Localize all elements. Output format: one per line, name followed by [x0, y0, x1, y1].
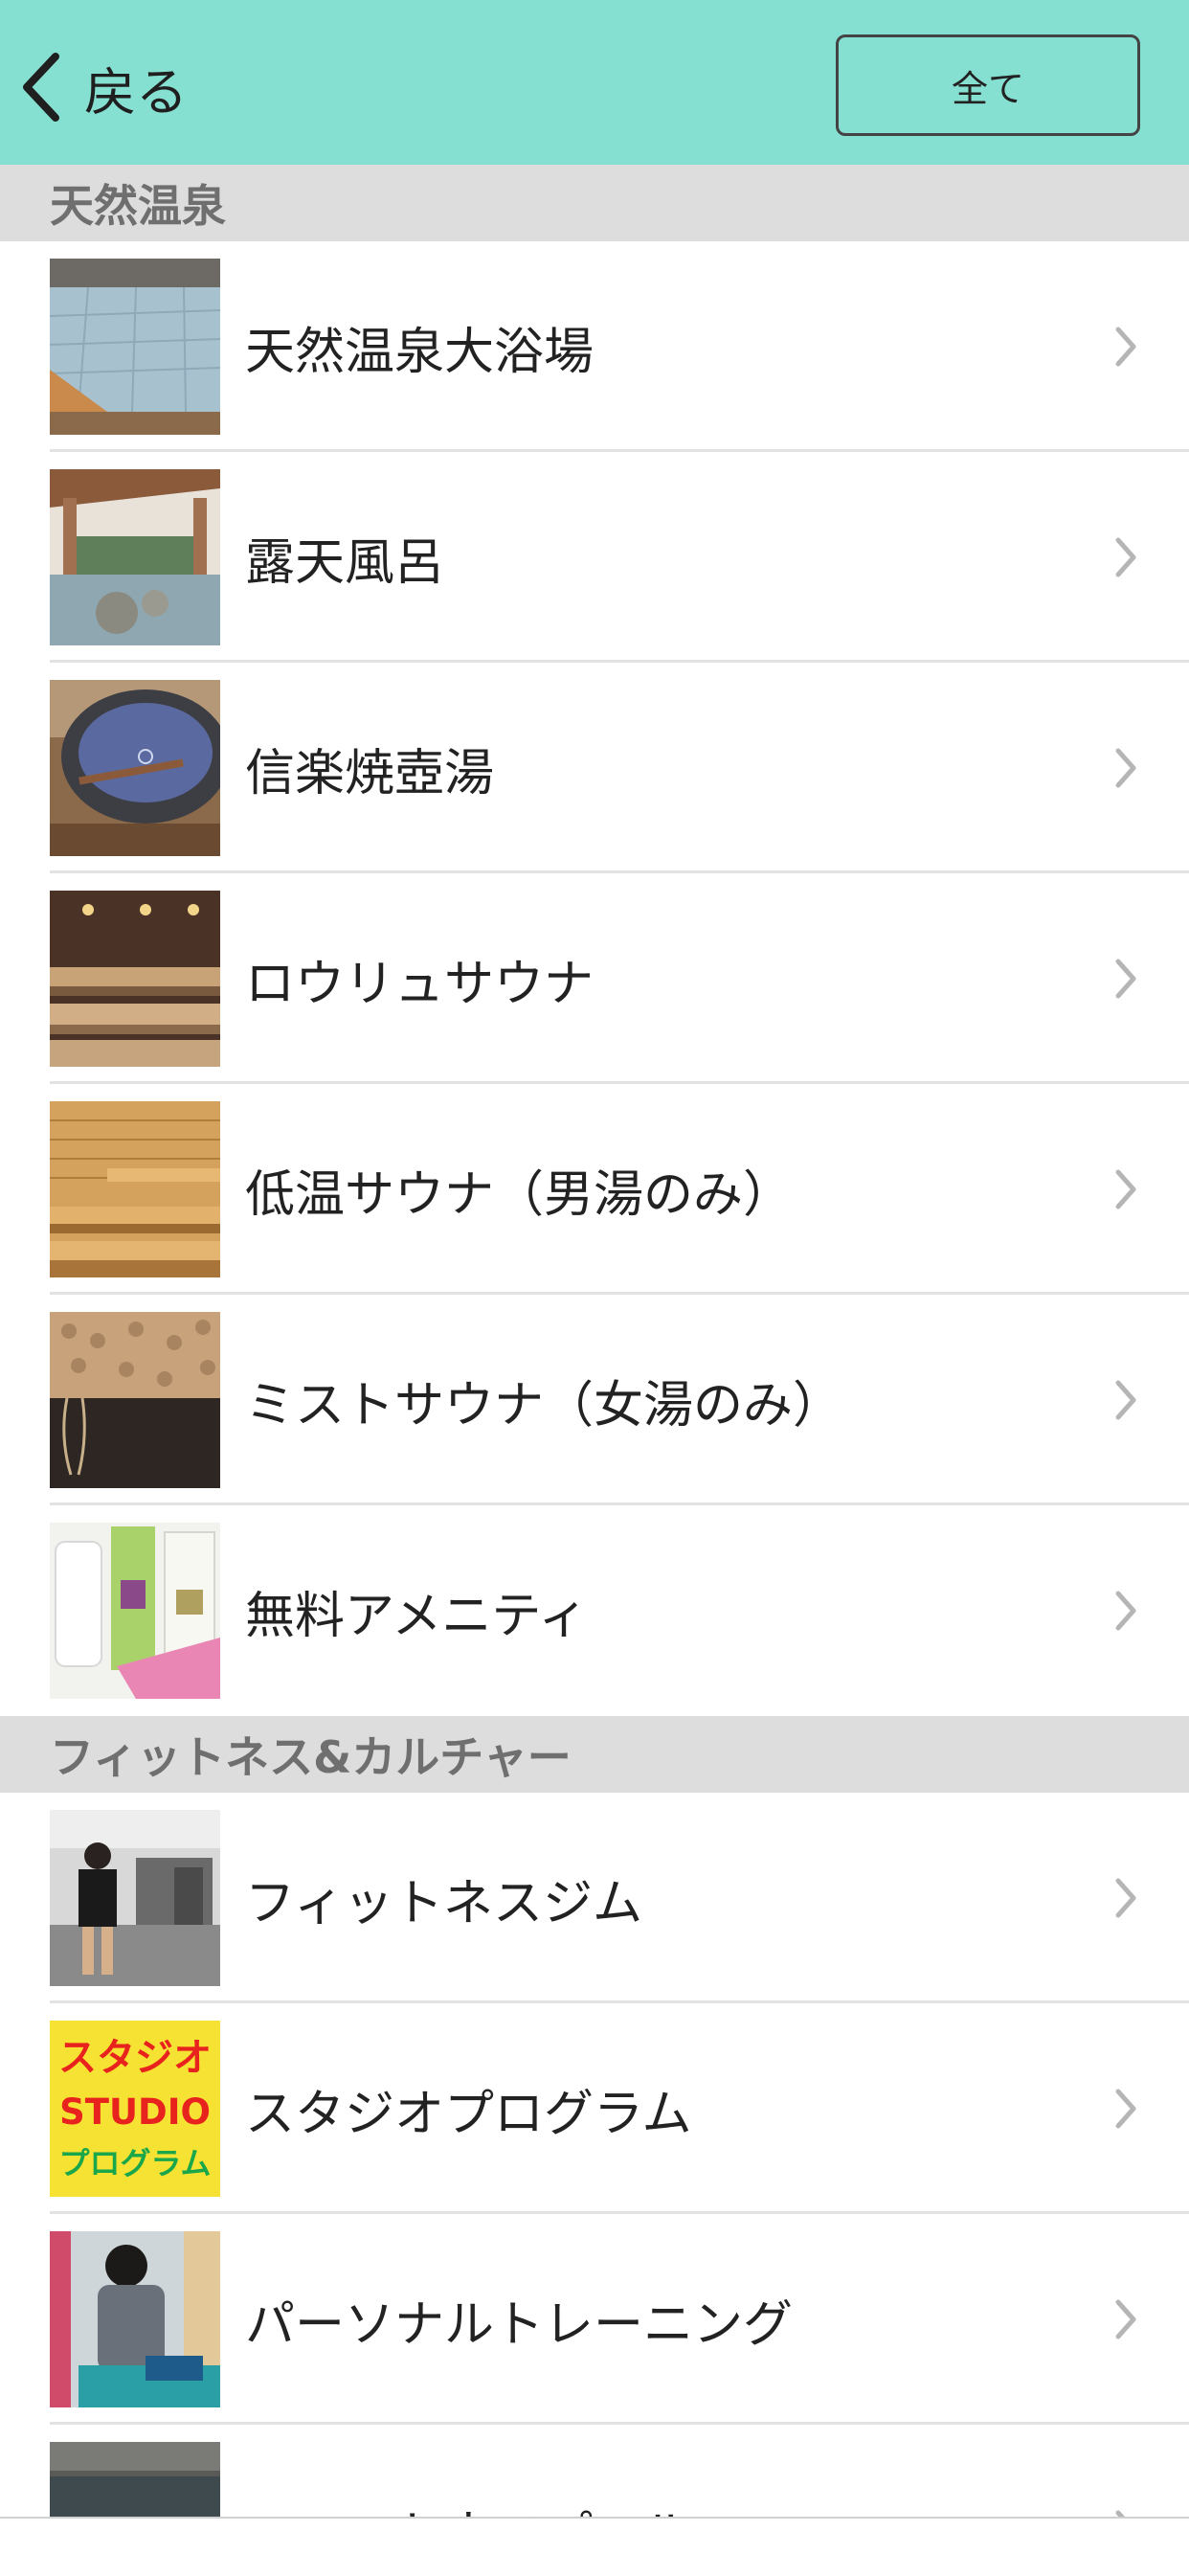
studio-logo-line2: STUDIO: [59, 2091, 211, 2133]
list-item-low-temp-sauna[interactable]: 低温サウナ（男湯のみ）: [0, 1084, 1189, 1295]
list-item-large-bath[interactable]: 天然温泉大浴場: [0, 241, 1189, 452]
facility-list: 天然温泉 天然温泉大浴場 露天風呂 信楽焼壺湯 ロウリュサウナ 低温サウナ（男湯…: [0, 165, 1189, 2517]
list-item-label: 無料アメニティ: [245, 1587, 589, 1645]
personal-training-thumbnail: [50, 2231, 220, 2407]
list-item-label: フィットネスプール: [245, 2425, 692, 2518]
list-item-label: 露天風呂: [245, 533, 445, 592]
studio-logo-line3: プログラム: [58, 2145, 211, 2181]
list-item-label: ロウリュサウナ: [245, 955, 594, 1013]
all-button[interactable]: 全て: [836, 34, 1140, 136]
list-item-loyly-sauna[interactable]: ロウリュサウナ: [0, 873, 1189, 1084]
chevron-right-icon: [1112, 1377, 1139, 1423]
mist-sauna-thumbnail: [50, 1312, 220, 1488]
chevron-right-icon: [1112, 1875, 1139, 1921]
list-item-studio-program[interactable]: スタジオ STUDIO プログラム スタジオプログラム: [0, 2003, 1189, 2214]
nav-bar: 戻る 全て: [0, 0, 1189, 165]
chevron-right-icon: [1112, 1166, 1139, 1212]
low-temp-sauna-thumbnail: [50, 1101, 220, 1277]
list-item-label: フィットネスジム: [245, 1874, 642, 1932]
bottom-bar: [0, 2517, 1189, 2576]
list-item-mist-sauna[interactable]: ミストサウナ（女湯のみ）: [0, 1295, 1189, 1505]
amenity-thumbnail: [50, 1523, 220, 1699]
list-item-label: スタジオプログラム: [245, 2085, 692, 2143]
list-item-personal-training[interactable]: パーソナルトレーニング: [0, 2214, 1189, 2425]
list-item-label: パーソナルトレーニング: [245, 2295, 794, 2354]
list-item-gym[interactable]: フィットネスジム: [0, 1793, 1189, 2003]
studio-logo-line1: スタジオ: [58, 2036, 212, 2080]
list-item-label: 低温サウナ（男湯のみ）: [245, 1165, 794, 1224]
pot-bath-thumbnail: [50, 680, 220, 856]
back-button[interactable]: 戻る: [17, 34, 188, 140]
chevron-left-icon: [17, 49, 67, 125]
loyly-sauna-thumbnail: [50, 891, 220, 1067]
chevron-right-icon: [1112, 534, 1139, 580]
back-label: 戻る: [84, 61, 188, 123]
list-item-label: 信楽焼壺湯: [245, 744, 495, 802]
chevron-right-icon: [1112, 745, 1139, 791]
list-item-label: 天然温泉大浴場: [245, 323, 594, 381]
section-header-fitness: フィットネス&カルチャー: [0, 1716, 1189, 1793]
chevron-right-icon: [1112, 2296, 1139, 2342]
outdoor-bath-thumbnail: [50, 469, 220, 645]
section-header-onsen: 天然温泉: [0, 165, 1189, 241]
chevron-right-icon: [1112, 1588, 1139, 1634]
chevron-right-icon: [1112, 956, 1139, 1002]
chevron-right-icon: [1112, 2086, 1139, 2132]
gym-thumbnail: [50, 1810, 220, 1986]
list-item-label: ミストサウナ（女湯のみ）: [245, 1376, 843, 1435]
large-bath-thumbnail: [50, 259, 220, 435]
list-item-amenity[interactable]: 無料アメニティ: [0, 1505, 1189, 1716]
list-item-pool[interactable]: フィットネスプール: [0, 2425, 1189, 2517]
studio-program-thumbnail: スタジオ STUDIO プログラム: [50, 2021, 220, 2197]
chevron-right-icon: [1112, 2507, 1139, 2517]
list-item-pot-bath[interactable]: 信楽焼壺湯: [0, 663, 1189, 873]
chevron-right-icon: [1112, 324, 1139, 370]
list-item-outdoor-bath[interactable]: 露天風呂: [0, 452, 1189, 663]
pool-thumbnail: [50, 2442, 220, 2517]
